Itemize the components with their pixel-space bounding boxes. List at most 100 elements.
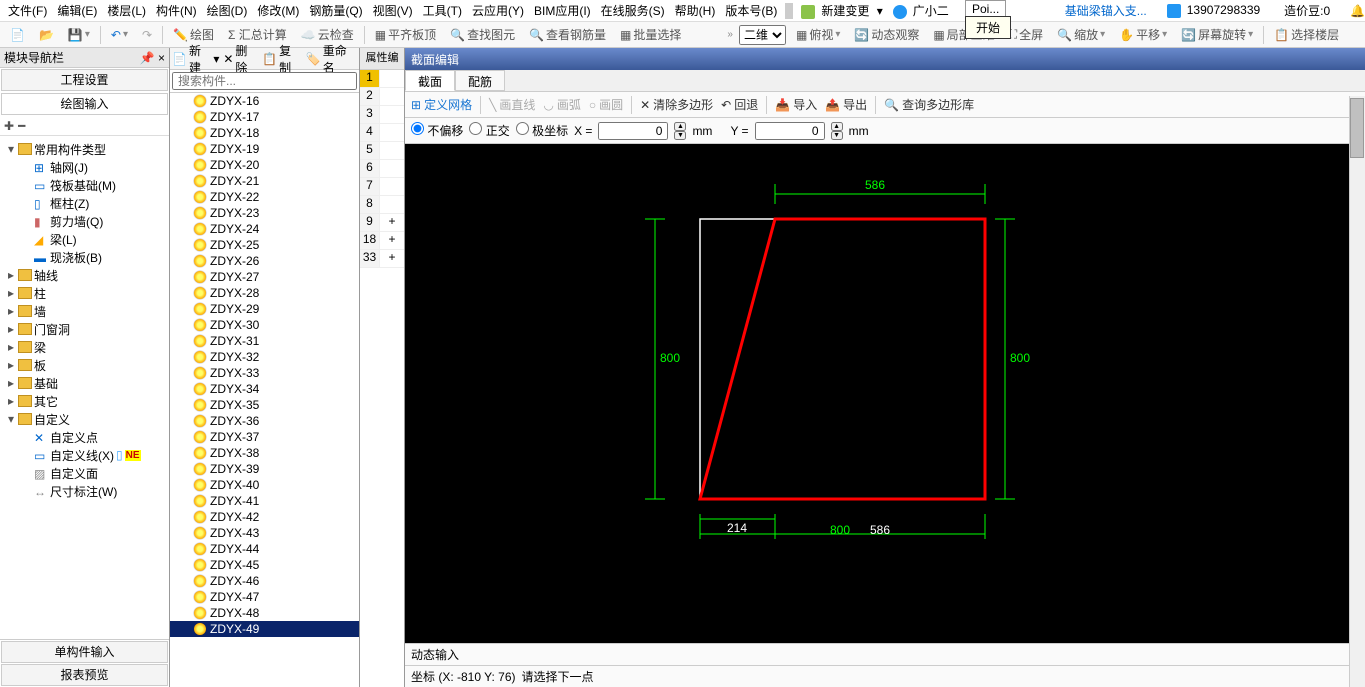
zoom-button[interactable]: 🔍缩放▾ [1053,24,1109,45]
undo-button[interactable]: ↶ 回退 [721,96,758,113]
component-item[interactable]: ZDYX-33 [170,365,359,381]
x-down[interactable]: ▼ [674,131,686,140]
import-button[interactable]: 📥 导入 [775,96,817,113]
component-item[interactable]: ZDYX-18 [170,125,359,141]
clear-polygon-button[interactable]: ✕ 清除多边形 [640,96,713,113]
expand-toggle[interactable]: ▸ [6,358,16,372]
property-row[interactable]: 8 [360,196,404,214]
component-list[interactable]: ZDYX-16ZDYX-17ZDYX-18ZDYX-19ZDYX-20ZDYX-… [170,92,359,687]
menu-help[interactable]: 帮助(H) [671,0,720,21]
component-item[interactable]: ZDYX-37 [170,429,359,445]
bell-icon[interactable]: 🔔 [1346,2,1365,20]
expand-toggle[interactable]: ▸ [6,286,16,300]
new-file-icon[interactable]: 📄 [6,26,29,44]
component-item[interactable]: ZDYX-28 [170,285,359,301]
tree-node-cface[interactable]: 自定义面 [50,465,98,482]
component-item[interactable]: ZDYX-45 [170,557,359,573]
radio-nooffset[interactable]: 不偏移 [411,122,463,139]
expand-icon[interactable]: ✚ [4,119,14,133]
component-item[interactable]: ZDYX-41 [170,493,359,509]
component-item[interactable]: ZDYX-21 [170,173,359,189]
component-item[interactable]: ZDYX-16 [170,93,359,109]
menu-modify[interactable]: 修改(M) [253,0,303,21]
expand-toggle[interactable]: ▸ [6,304,16,318]
menu-file[interactable]: 文件(F) [4,0,51,21]
tree-node-raft[interactable]: 筏板基础(M) [50,177,116,194]
component-item[interactable]: ZDYX-20 [170,157,359,173]
undo-icon[interactable]: ↶▾ [107,26,132,44]
top-view-button[interactable]: ▦俯视▾ [792,24,844,45]
menu-draw[interactable]: 绘图(D) [203,0,252,21]
component-item[interactable]: ZDYX-38 [170,445,359,461]
component-tree[interactable]: ▾常用构件类型 ⊞轴网(J) ▭筏板基础(M) ▯框柱(Z) ▮剪力墙(Q) ◢… [0,136,169,639]
expand-toggle[interactable]: ▾ [6,142,16,156]
y-input[interactable] [755,122,825,140]
tree-node-dim[interactable]: 尺寸标注(W) [50,483,117,500]
component-item[interactable]: ZDYX-24 [170,221,359,237]
component-item[interactable]: ZDYX-19 [170,141,359,157]
tab-single-input[interactable]: 单构件输入 [1,641,168,663]
component-item[interactable]: ZDYX-32 [170,349,359,365]
tree-node-cpoint[interactable]: 自定义点 [50,429,98,446]
menu-floor[interactable]: 楼层(L) [103,0,150,21]
user-account[interactable]: 13907298339 [1163,1,1268,20]
expand-toggle[interactable]: ▸ [6,394,16,408]
collapse-icon[interactable]: ━ [18,119,25,133]
component-item[interactable]: ZDYX-17 [170,109,359,125]
open-icon[interactable]: 📂 [35,26,58,44]
define-grid-button[interactable]: ⊞ 定义网格 [411,96,472,113]
scroll-thumb[interactable] [1350,98,1364,158]
cost-beans[interactable]: 造价豆:0 [1280,0,1334,21]
x-input[interactable] [598,122,668,140]
radio-polar[interactable]: 极坐标 [516,122,568,139]
component-item[interactable]: ZDYX-27 [170,269,359,285]
component-item[interactable]: ZDYX-36 [170,413,359,429]
component-item[interactable]: ZDYX-30 [170,317,359,333]
batch-select-button[interactable]: ▦批量选择 [616,24,685,45]
component-item[interactable]: ZDYX-47 [170,589,359,605]
property-row[interactable]: 18+ [360,232,404,250]
gxe-button[interactable]: 广小二 [889,0,957,21]
y-up[interactable]: ▲ [831,122,843,131]
help-link[interactable]: 基础梁锚入支... [1061,0,1151,21]
rotate-button[interactable]: 🔄屏幕旋转▾ [1177,24,1257,45]
tree-node-qiang[interactable]: 墙 [34,303,46,320]
tree-node-ban[interactable]: 板 [34,357,46,374]
property-row[interactable]: 2 [360,88,404,106]
expand-toggle[interactable]: ▸ [6,268,16,282]
tree-node-other[interactable]: 其它 [34,393,58,410]
tree-node-slab[interactable]: 现浇板(B) [50,249,102,266]
arrow-icon[interactable]: » [727,29,733,40]
expand-toggle[interactable]: ▾ [6,412,16,426]
search-input[interactable] [172,72,357,90]
tree-node-column[interactable]: 框柱(Z) [50,195,89,212]
expand-toggle[interactable]: ▸ [6,340,16,354]
property-row[interactable]: 7 [360,178,404,196]
draw-circle-button[interactable]: ○ 画圆 [589,96,623,113]
menu-version[interactable]: 版本号(B) [721,0,781,21]
export-button[interactable]: 📤 导出 [825,96,867,113]
tree-node-custom[interactable]: 自定义 [34,411,70,428]
view-mode-select[interactable]: 二维 [739,25,786,45]
property-row[interactable]: 3 [360,106,404,124]
property-row[interactable]: 33+ [360,250,404,268]
tree-node-cline-selected[interactable]: ▭自定义线(X)▯NE [2,446,167,464]
component-item[interactable]: ZDYX-49 [170,621,359,637]
tree-node-axis[interactable]: 轴网(J) [50,159,88,176]
pan-button[interactable]: ✋平移▾ [1115,24,1171,45]
component-item[interactable]: ZDYX-29 [170,301,359,317]
property-row[interactable]: 6 [360,160,404,178]
radio-ortho[interactable]: 正交 [469,122,509,139]
fullscreen-button[interactable]: ⛶全屏 [1005,24,1047,45]
tab-section[interactable]: 截面 [405,70,455,91]
tree-node-common[interactable]: 常用构件类型 [34,141,106,158]
x-up[interactable]: ▲ [674,122,686,131]
close-icon[interactable]: × [158,51,165,65]
pin-icon[interactable]: 📌 [140,51,155,65]
menu-edit[interactable]: 编辑(E) [53,0,101,21]
component-item[interactable]: ZDYX-34 [170,381,359,397]
tree-node-liang[interactable]: 梁 [34,339,46,356]
menu-rebar[interactable]: 钢筋量(Q) [305,0,366,21]
view-rebar-button[interactable]: 🔍查看钢筋量 [525,24,610,45]
select-floor-button[interactable]: 📋选择楼层 [1270,24,1343,45]
